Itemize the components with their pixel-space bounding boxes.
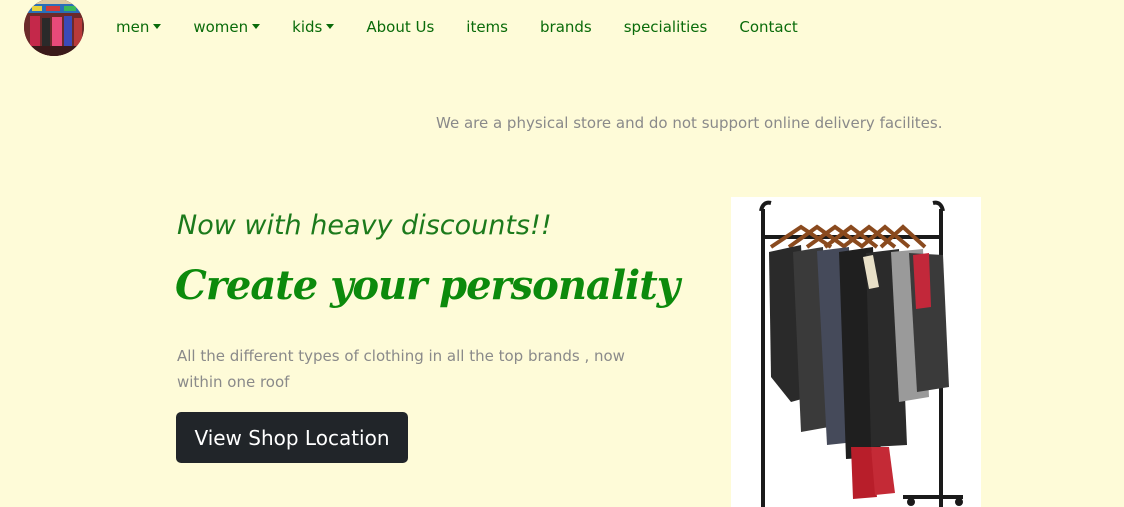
nav-item-men[interactable]: men: [100, 18, 177, 36]
nav-item-women[interactable]: women: [177, 18, 276, 36]
nav-item-about-us[interactable]: About Us: [350, 18, 450, 36]
delivery-notice: We are a physical store and do not suppo…: [436, 114, 943, 132]
nav-item-items[interactable]: items: [450, 18, 524, 36]
hero-description: All the different types of clothing in a…: [177, 347, 625, 391]
nav-item-label: specialities: [623, 18, 708, 36]
hero-headline: Create your personality: [175, 262, 680, 309]
hero-tagline: Now with heavy discounts!!: [177, 210, 552, 241]
nav-links: men women kids About Us items brands spe…: [100, 0, 814, 54]
view-shop-location-button[interactable]: View Shop Location: [176, 412, 408, 463]
nav-item-brands[interactable]: brands: [524, 18, 608, 36]
caret-down-icon: [326, 23, 335, 29]
nav-item-label: men: [116, 18, 150, 36]
caret-down-icon: [252, 23, 261, 29]
nav-item-label: kids: [292, 18, 323, 36]
nav-item-contact[interactable]: Contact: [723, 18, 813, 36]
navbar: men women kids About Us items brands spe…: [0, 0, 1124, 56]
caret-down-icon: [153, 23, 162, 29]
clothing-rack-image: [731, 197, 981, 507]
nav-item-label: brands: [540, 18, 592, 36]
nav-item-label: Contact: [739, 18, 798, 36]
nav-item-label: women: [193, 18, 249, 36]
nav-item-label: items: [466, 18, 508, 36]
nav-item-specialities[interactable]: specialities: [608, 18, 724, 36]
brand-logo[interactable]: [24, 0, 84, 56]
nav-item-label: About Us: [366, 18, 435, 36]
nav-item-kids[interactable]: kids: [276, 18, 350, 36]
